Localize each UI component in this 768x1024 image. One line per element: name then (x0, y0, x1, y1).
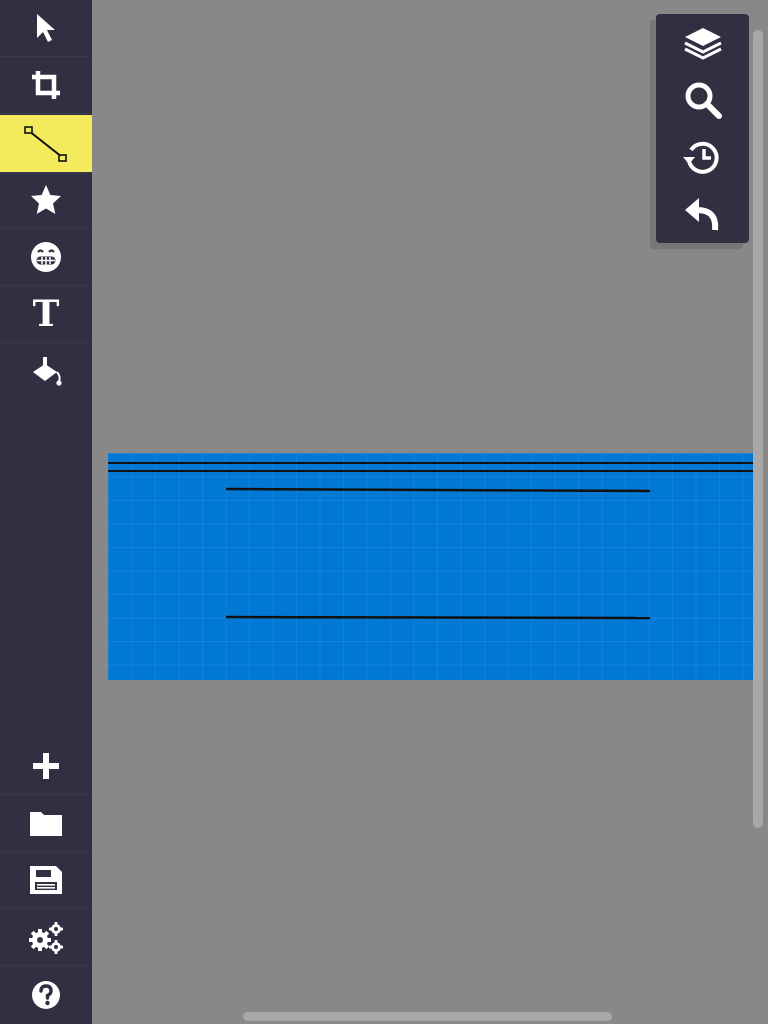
horizontal-scrollbar[interactable] (243, 1012, 612, 1021)
paint-bucket-icon (33, 356, 62, 386)
emoji-tool-button[interactable] (0, 229, 92, 286)
canvas-line[interactable] (225, 615, 651, 620)
emoji-icon (31, 242, 61, 272)
history-icon (682, 141, 719, 174)
layers-icon (683, 27, 722, 60)
zoom-icon (685, 82, 722, 119)
settings-icon (29, 922, 63, 954)
vertical-scrollbar[interactable] (753, 30, 763, 828)
help-button[interactable] (0, 966, 92, 1023)
save-button[interactable] (0, 852, 92, 909)
star-icon (31, 185, 61, 214)
plus-icon (33, 753, 59, 779)
undo-button[interactable] (656, 185, 749, 242)
layers-button[interactable] (656, 14, 749, 71)
text-icon: T (32, 293, 60, 335)
help-icon (32, 980, 60, 1009)
folder-icon (30, 812, 62, 836)
zoom-button[interactable] (656, 71, 749, 128)
settings-button[interactable] (0, 909, 92, 966)
text-tool-button[interactable]: T (0, 286, 92, 343)
crop-tool-button[interactable] (0, 57, 92, 114)
fill-tool-button[interactable] (0, 343, 92, 400)
tool-sidebar: T (0, 0, 92, 1024)
open-button[interactable] (0, 795, 92, 852)
drawing-canvas[interactable] (108, 453, 753, 680)
new-button[interactable] (0, 738, 92, 795)
line-tool-icon (24, 125, 67, 162)
line-tool-button[interactable] (0, 115, 92, 173)
canvas-line[interactable] (225, 487, 651, 493)
shape-tool-button[interactable] (0, 172, 92, 229)
view-tools-panel (656, 14, 749, 243)
crop-icon (32, 71, 60, 99)
save-icon (30, 866, 62, 894)
pointer-tool-button[interactable] (0, 0, 92, 57)
pointer-icon (37, 14, 55, 42)
undo-icon (684, 197, 718, 230)
canvas-strokes (108, 462, 753, 620)
history-button[interactable] (656, 128, 749, 185)
